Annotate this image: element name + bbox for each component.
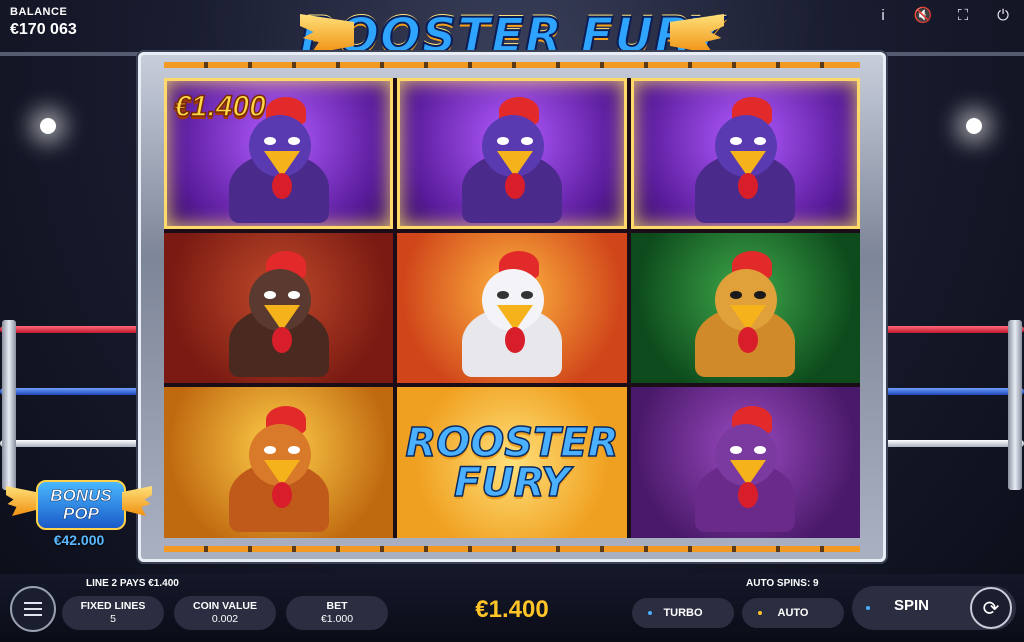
spin-button[interactable]: SPIN ⟳: [852, 586, 1016, 630]
turbo-indicator-dot: [648, 611, 652, 615]
coin-value-value: 0.002: [211, 613, 239, 625]
auto-button[interactable]: AUTO: [742, 598, 844, 628]
total-win-display: €1.400: [475, 596, 549, 623]
purple-masked-rooster-symbol: [670, 93, 820, 223]
auto-indicator-dot: [758, 611, 762, 615]
mute-icon[interactable]: 🔇: [912, 6, 934, 24]
bonus-wing-left: [6, 486, 36, 516]
menu-button[interactable]: [10, 586, 56, 632]
spotlight-left: [40, 118, 56, 134]
reel-cell: [164, 232, 394, 384]
turbo-button[interactable]: TURBO: [632, 598, 734, 628]
reel-cell: [164, 387, 394, 538]
red-boxer-rooster-symbol: [204, 247, 354, 378]
reel-cell: ROOSTER FURY: [397, 387, 627, 538]
bonus-wing-right: [122, 486, 152, 516]
bonus-pop-line2: POP: [63, 504, 99, 523]
frame-light-strip-bottom: [164, 546, 860, 552]
info-icon[interactable]: i: [872, 6, 894, 24]
reel-cell: [397, 232, 627, 384]
lighting-truss-right: [884, 52, 1024, 56]
fullscreen-icon[interactable]: ⛶: [952, 6, 974, 24]
lighting-truss-left: [0, 52, 140, 56]
reel-cell: [630, 232, 860, 384]
green-masked-rooster-symbol: [670, 247, 820, 378]
purple-masked-rooster-symbol: [437, 93, 587, 223]
spotlight-right: [966, 118, 982, 134]
white-fighter-rooster-symbol: [437, 247, 587, 378]
symbol-logo-line1: ROOSTER: [405, 419, 620, 466]
bonus-pop-line1: BONUS: [50, 486, 112, 505]
rooster-fury-logo-symbol: ROOSTER FURY: [397, 387, 626, 538]
coin-value-selector[interactable]: COIN VALUE 0.002: [174, 596, 276, 630]
bet-selector[interactable]: BET €1.000: [286, 596, 388, 630]
reel-window: €1.400 ROOSTER FURY: [164, 78, 860, 538]
reel-cell: [630, 78, 860, 229]
reel-grid: €1.400 ROOSTER FURY: [164, 78, 860, 538]
bet-label: BET: [326, 600, 348, 612]
fixed-lines-value: 5: [110, 613, 116, 625]
turbo-label: TURBO: [663, 607, 703, 619]
yellow-rooster-symbol: [204, 402, 354, 532]
reel-cell: €1.400: [164, 78, 394, 229]
reel-cell: [397, 78, 627, 229]
spin-label: SPIN: [894, 597, 930, 614]
auto-spins-message: AUTO SPINS: 9: [746, 578, 819, 589]
bonus-pop-badge: BONUS POP: [36, 480, 126, 530]
reel-frame: €1.400 ROOSTER FURY: [138, 52, 886, 562]
fixed-lines-display: FIXED LINES 5: [62, 596, 164, 630]
spin-indicator-dot: [866, 606, 870, 610]
power-icon[interactable]: ⏻: [992, 6, 1014, 24]
fixed-lines-label: FIXED LINES: [80, 600, 146, 612]
frame-light-strip-top: [164, 62, 860, 68]
purple-masked-rooster-symbol: [204, 93, 354, 223]
balance-label: BALANCE: [10, 6, 68, 18]
balance-value: €170 063: [10, 21, 77, 38]
bonus-pop-amount: €42.000: [53, 532, 105, 548]
bet-value: €1.000: [320, 613, 354, 625]
bonus-pop-jackpot: BONUS POP €42.000: [6, 478, 152, 554]
line-win-message: LINE 2 PAYS €1.400: [86, 578, 179, 589]
hamburger-icon: [24, 602, 42, 604]
auto-label: AUTO: [777, 607, 809, 619]
reel-cell: [630, 387, 860, 538]
violet-hooded-rooster-symbol: [670, 402, 820, 532]
coin-value-label: COIN VALUE: [193, 600, 257, 612]
symbol-logo-line2: FURY: [453, 459, 570, 506]
spin-icon[interactable]: ⟳: [970, 587, 1012, 629]
top-icon-bar: i 🔇 ⛶ ⏻: [872, 6, 1014, 25]
